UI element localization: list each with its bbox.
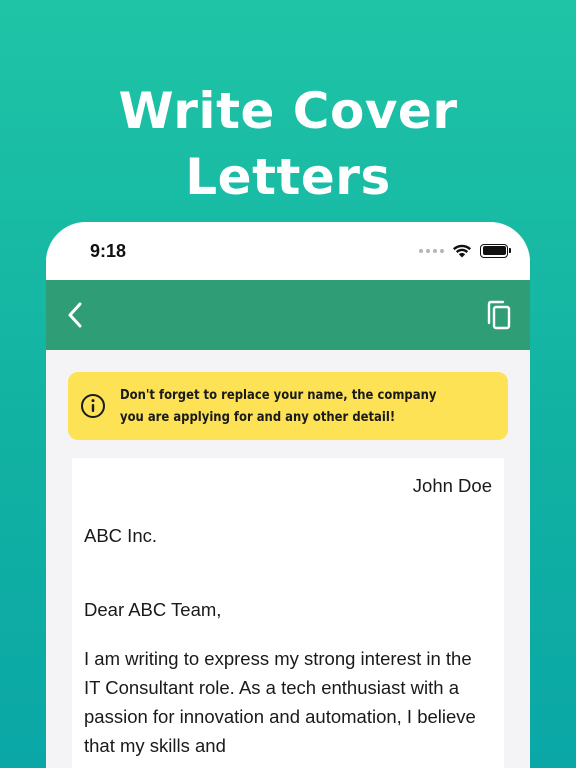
letter-greeting: Dear ABC Team, <box>84 599 222 620</box>
letter-company: ABC Inc. <box>84 525 157 546</box>
status-bar: 9:18 <box>46 222 530 280</box>
hero-title-line-2: Letters <box>185 148 391 206</box>
info-icon <box>81 394 105 418</box>
letter-body: I am writing to express my strong intere… <box>84 648 476 756</box>
nav-bar <box>46 280 530 350</box>
hero-title-line-1: Write Cover <box>118 82 458 140</box>
battery-icon <box>480 243 511 258</box>
letter-sender-name: John Doe <box>412 475 492 496</box>
reminder-notice: Don't forget to replace your name, the c… <box>68 372 508 440</box>
phone-frame: 9:18 Don't forget to replace your name, … <box>46 222 530 768</box>
status-icons <box>419 243 511 258</box>
notice-text: Don't forget to replace your name, the c… <box>120 387 437 425</box>
wifi-icon <box>453 244 471 258</box>
cellular-dots-icon <box>419 248 444 253</box>
hero-title: Write Cover Letters <box>0 78 576 210</box>
back-button[interactable] <box>60 300 90 330</box>
copy-icon <box>487 300 511 330</box>
chevron-left-icon <box>68 302 82 328</box>
copy-button[interactable] <box>484 298 514 332</box>
cover-letter-card[interactable]: John Doe ABC Inc. Dear ABC Team, I am wr… <box>72 458 504 768</box>
status-time: 9:18 <box>90 241 127 261</box>
